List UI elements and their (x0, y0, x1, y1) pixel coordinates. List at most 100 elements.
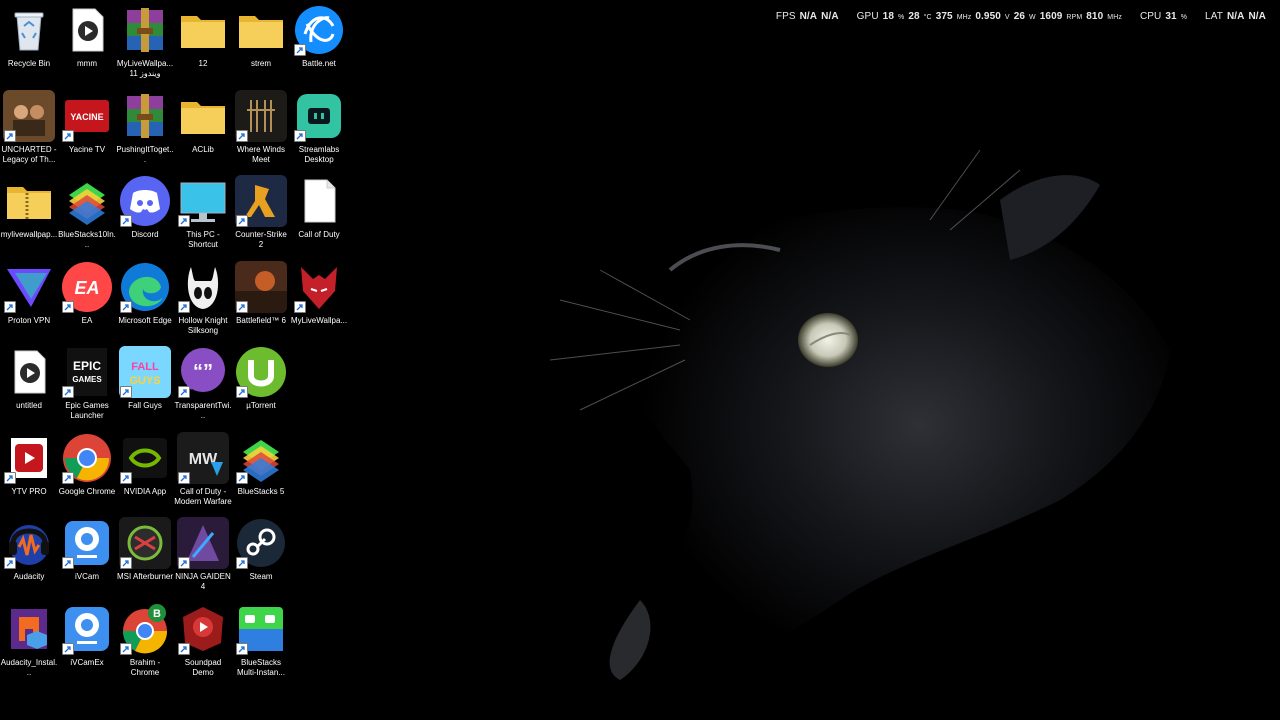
desktop-icon-label: PushingItToget... (116, 144, 174, 164)
desktop-icon-brahim-chrome[interactable]: B Brahim - Chrome (116, 603, 174, 689)
desktop-icon-bluestacks10in[interactable]: BlueStacks10In... (58, 175, 116, 261)
desktop-icon-fall-guys[interactable]: FALL GUYS Fall Guys (116, 346, 174, 432)
desktop-icon-battlefield-6[interactable]: Battlefield™ 6 (232, 260, 290, 347)
shortcut-arrow-icon (236, 386, 248, 398)
empty-grid-slot (290, 603, 348, 689)
bluestacks-icon (61, 175, 113, 227)
winrar-archive-icon (119, 4, 171, 56)
shortcut-arrow-icon (178, 386, 190, 398)
desktop-icon-label: Where Winds Meet (236, 144, 285, 164)
desktop-icon-label: Steam (249, 572, 273, 581)
shortcut-arrow-icon (4, 300, 16, 313)
desktop-icon-label: NINJA GAIDEN 4 (175, 572, 231, 591)
desktop-icon-audacity-instal[interactable]: Audacity_Instal... (0, 603, 58, 689)
desktop-icon-strem[interactable]: strem (232, 4, 290, 90)
desktop-icon-label: MyLiveWallpa... (290, 315, 348, 325)
winrar-archive-icon (119, 90, 171, 142)
desktop-icon-nvidia-app[interactable]: NVIDIA App (116, 432, 174, 518)
desktop-icon-bluestacks-5[interactable]: BlueStacks 5 (232, 432, 290, 518)
desktop-icon-mylivewallpap[interactable]: mylivewallpap... (0, 175, 58, 261)
desktop-icon-steam[interactable]: Steam (232, 517, 290, 603)
gpu-temp: 28 (908, 11, 920, 22)
desktop-icon-ea[interactable]: EA EA (58, 261, 116, 347)
shortcut-arrow-icon (120, 642, 132, 655)
cpu-label: CPU (1139, 11, 1162, 22)
desktop-icon-mylivewallpa-11[interactable]: MyLiveWallpa... ويندوز 11 (116, 4, 174, 90)
shortcut-arrow-icon (4, 471, 16, 484)
video-file-icon (61, 4, 113, 56)
desktop-icon-recycle-bin[interactable]: Recycle Bin (0, 4, 58, 90)
desktop-icon-this-pc-shortcut[interactable]: This PC - Shortcut (174, 175, 232, 261)
fps-label: FPS (775, 11, 796, 22)
desktop-icon-ytv-pro[interactable]: YTV PRO (0, 432, 58, 518)
desktop-icon-discord[interactable]: Discord (116, 175, 174, 261)
fps-readout: FPS N/A N/A (776, 11, 843, 22)
shortcut-arrow-icon (236, 471, 248, 484)
desktop-icon-call-of-duty[interactable]: Call of Duty (290, 175, 348, 261)
desktop-icon-proton-vpn[interactable]: Proton VPN (0, 261, 58, 347)
desktop-icon-label: NVIDIA App (123, 486, 167, 496)
desktop-icon-label: Battle.net (302, 59, 336, 68)
shortcut-arrow-icon (120, 386, 132, 398)
desktop-icon-12[interactable]: 12 (174, 4, 232, 90)
shortcut-arrow-icon (294, 44, 306, 56)
desktop-icon-ivcam[interactable]: iVCam (58, 517, 116, 603)
empty-grid-slot (290, 517, 348, 603)
desktop-icon-label: Call of Duty (298, 230, 340, 239)
cpu-usage: 31 (1165, 11, 1177, 22)
desktop-icon-label: 12 (198, 59, 208, 68)
desktop-icon-msi-afterburner[interactable]: MSI Afterburner (116, 517, 174, 603)
gpu-power: 26 (1013, 11, 1026, 22)
desktop-icon-where-winds-meet[interactable]: Where Winds Meet (232, 89, 290, 176)
svg-text:YACINE: YACINE (70, 112, 103, 122)
desktop-icon-label: mylivewallpap... (0, 230, 58, 239)
desktop-icon-uncharted-legacy-of-th[interactable]: UNCHARTED - Legacy of Th... (0, 89, 58, 176)
desktop-icon-label: strem (251, 59, 271, 68)
desktop-icon-battle-net[interactable]: Battle.net (290, 4, 348, 90)
desktop-icon-google-chrome[interactable]: Google Chrome (58, 432, 116, 518)
cpu-usage-unit: % (1180, 14, 1188, 21)
gpu-label: GPU (856, 11, 879, 22)
fps-value: N/A (799, 11, 818, 22)
shortcut-arrow-icon (178, 642, 190, 655)
zip-folder-icon (3, 175, 55, 227)
desktop-icon-transparenttwi[interactable]: “” TransparentTwi... (174, 346, 232, 432)
video-file-icon (3, 346, 55, 398)
desktop-icon-soundpad-demo[interactable]: Soundpad Demo (174, 603, 232, 689)
desktop-icon-pushingittoget[interactable]: PushingItToget... (116, 90, 174, 176)
desktop-icon-ivcamex[interactable]: iVCamEx (58, 603, 116, 689)
desktop-icon-untitled[interactable]: untitled (0, 346, 58, 432)
svg-text:“”: “” (193, 361, 213, 383)
desktop-icon-label: BlueStacks Multi-Instan... (236, 657, 285, 677)
desktop-icon-hollow-knight-silksong[interactable]: Hollow Knight Silksong (174, 261, 232, 347)
shortcut-arrow-icon (120, 471, 132, 484)
desktop-icon-yacine-tv[interactable]: YACINE Yacine TV (58, 90, 116, 176)
desktop-icon-label: mmm (77, 59, 97, 68)
desktop-icon-counter-strike-2[interactable]: Counter-Strike 2 (232, 175, 290, 261)
desktop-icon-label: TransparentTwi... (174, 401, 232, 420)
desktop-icon-ninja-gaiden-4[interactable]: NINJA GAIDEN 4 (174, 517, 232, 603)
gpu-voltage-unit: V (1004, 14, 1010, 21)
shortcut-arrow-icon (236, 300, 248, 313)
desktop-icon-label: Call of Duty - Modern Warfare (174, 486, 232, 506)
folder-icon (177, 4, 229, 56)
desktop-icon-microsoft-edge[interactable]: Microsoft Edge (116, 261, 174, 347)
desktop-icon-epic-games-launcher[interactable]: EPIC GAMES Epic Games Launcher (58, 346, 116, 432)
desktop-icon-label: Microsoft Edge (118, 315, 172, 325)
desktop-icon-label: MyLiveWallpa... ويندوز 11 (116, 59, 174, 78)
gpu-readout: GPU 18% 28 °C 375 MHz 0.950 V 26 W 1609 RPM 810 MHz (857, 11, 1126, 22)
desktop-icon-aclib[interactable]: ACLib (174, 90, 232, 176)
blank-file-icon (293, 175, 345, 227)
lat-label: LAT (1205, 11, 1223, 22)
desktop-icon-torrent[interactable]: µTorrent (232, 346, 290, 432)
desktop-icon-mmm[interactable]: mmm (58, 4, 116, 90)
desktop-icon-audacity[interactable]: Audacity (0, 517, 58, 603)
gpu-fan-unit: RPM (1066, 14, 1083, 21)
desktop-icon-call-of-duty-modern-warfare[interactable]: MW Call of Duty - Modern Warfare (174, 431, 232, 518)
shortcut-arrow-icon (236, 215, 248, 227)
shortcut-arrow-icon (62, 471, 74, 484)
shortcut-arrow-icon (4, 129, 16, 142)
desktop-icon-bluestacks-multi-instan[interactable]: BlueStacks Multi-Instan... (232, 603, 290, 689)
desktop-icon-streamlabs-desktop[interactable]: Streamlabs Desktop (290, 90, 348, 176)
desktop-icon-mylivewallpa[interactable]: MyLiveWallpa... (290, 261, 348, 347)
